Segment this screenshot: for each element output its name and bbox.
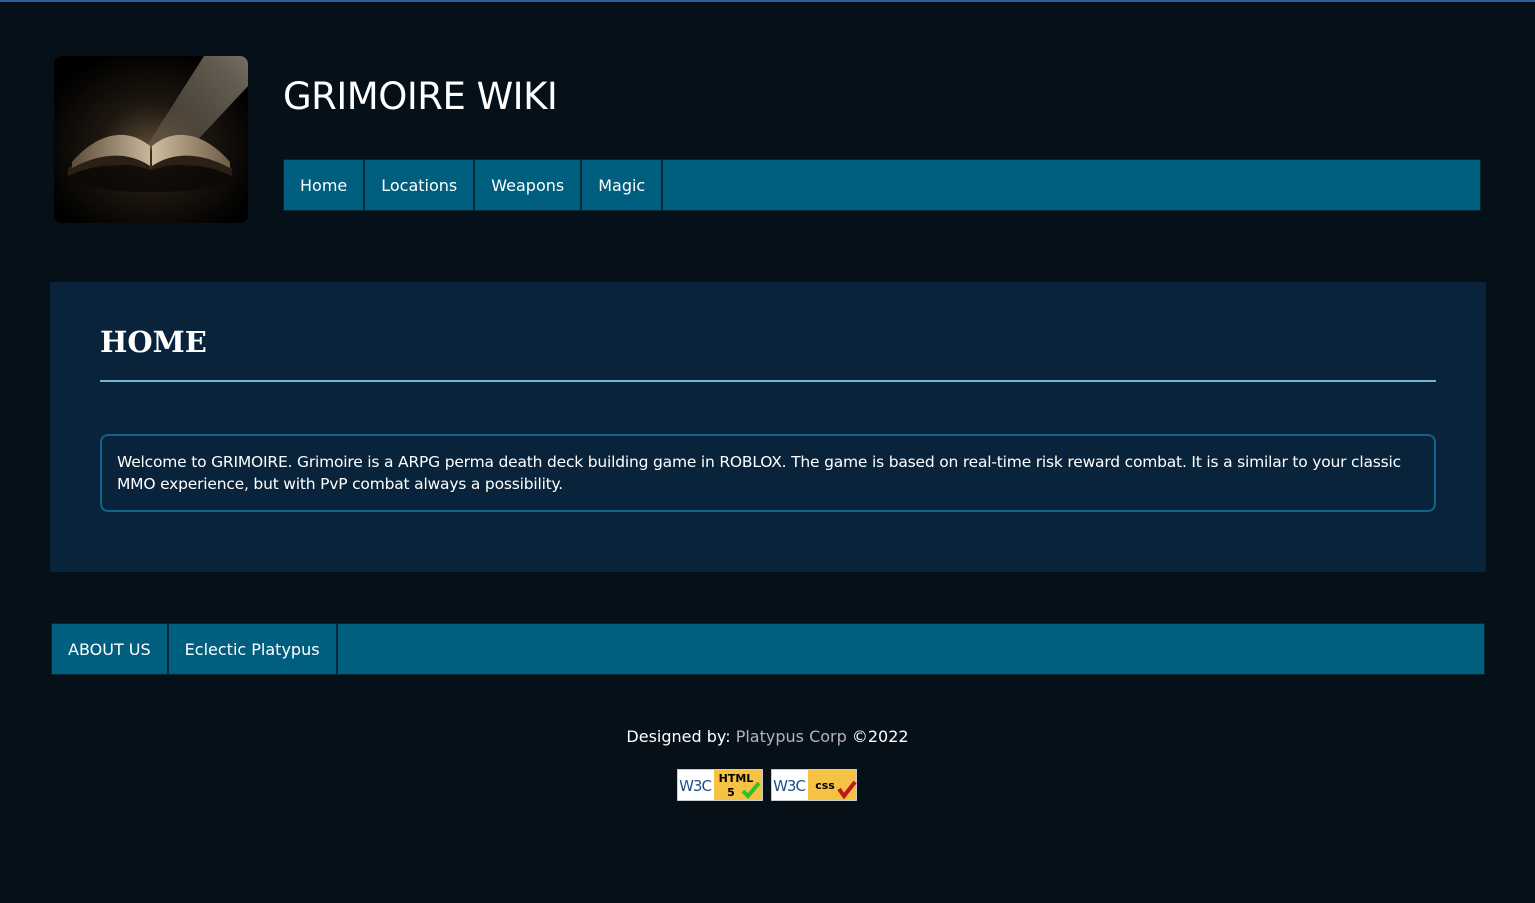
nav-locations[interactable]: Locations	[365, 160, 476, 210]
footer-nav: ABOUT US Eclectic Platypus	[51, 623, 1485, 675]
credits-copyright: ©2022	[851, 727, 909, 746]
nav-weapons[interactable]: Weapons	[475, 160, 583, 210]
svg-text:5: 5	[727, 786, 735, 799]
validation-badges: W3C HTML 5 W3C css	[677, 769, 857, 801]
welcome-text-box: Welcome to GRIMOIRE. Grimoire is a ARPG …	[100, 434, 1436, 512]
footer-credits: Designed by: Platypus Corp ©2022	[0, 726, 1535, 748]
heading-divider	[100, 380, 1436, 382]
book-logo-icon[interactable]	[54, 56, 248, 223]
nav-magic[interactable]: Magic	[582, 160, 664, 210]
footer-nav-eclectic-platypus[interactable]: Eclectic Platypus	[169, 624, 338, 674]
w3c-html5-badge-icon[interactable]: W3C HTML 5	[677, 769, 763, 801]
w3c-css-badge-icon[interactable]: W3C css	[771, 769, 857, 801]
main-content-panel: HOME Welcome to GRIMOIRE. Grimoire is a …	[50, 282, 1486, 572]
main-nav: Home Locations Weapons Magic	[283, 159, 1481, 211]
nav-home[interactable]: Home	[284, 160, 366, 210]
svg-text:W3C: W3C	[773, 777, 805, 795]
top-accent-line	[0, 0, 1535, 2]
page-heading: HOME	[100, 325, 207, 359]
svg-text:W3C: W3C	[679, 777, 711, 795]
credits-prefix: Designed by:	[626, 727, 731, 746]
svg-text:css: css	[815, 779, 835, 792]
site-title: GRIMOIRE WIKI	[283, 75, 558, 118]
footer-nav-about-us[interactable]: ABOUT US	[52, 624, 169, 674]
credits-company-link[interactable]: Platypus Corp	[736, 727, 847, 746]
svg-text:HTML: HTML	[719, 772, 754, 785]
